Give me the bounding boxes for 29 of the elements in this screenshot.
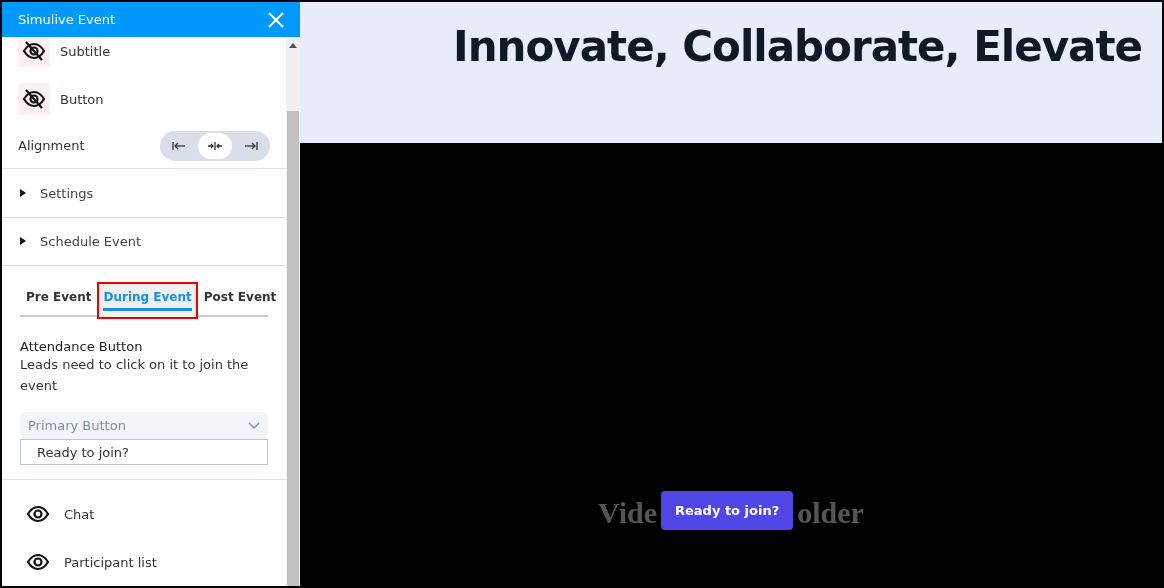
placeholder-text: older: [797, 496, 864, 530]
tab[interactable]: Pre Event: [20, 282, 98, 319]
join-button[interactable]: Ready to join?: [661, 491, 794, 530]
feature-label: Participant list: [64, 554, 157, 570]
close-icon[interactable]: [268, 11, 284, 28]
visibility-toggle[interactable]: [18, 83, 50, 115]
tab[interactable]: Post Event: [197, 282, 283, 319]
section-title: Attendance Button: [20, 339, 144, 354]
scroll-up-icon[interactable]: [289, 43, 297, 49]
item-label: Subtitle: [60, 43, 111, 59]
feature-label: Chat: [64, 506, 95, 522]
eye-icon: [26, 552, 50, 572]
visibility-toggle[interactable]: [18, 37, 50, 67]
scrollbar[interactable]: [286, 37, 300, 586]
alignment-button[interactable]: [198, 132, 232, 159]
eye-icon: [26, 504, 50, 524]
caret-icon: [20, 237, 26, 246]
headline: Innovate, Collaborate, Elevate: [453, 22, 1142, 73]
chevron-down-icon: [248, 421, 260, 430]
item-label: Button: [60, 91, 104, 107]
eye-slash-icon: [22, 41, 46, 61]
alignment-label: Alignment: [18, 138, 85, 154]
caret-icon: [20, 189, 26, 197]
placeholder-text: Vide: [598, 496, 657, 530]
panel-title: Simulive Event: [18, 12, 116, 27]
eye-slash-icon: [22, 89, 46, 109]
scroll-thumb[interactable]: [287, 111, 299, 586]
description: Leads need to click on it to join the event: [20, 356, 250, 395]
button-text-field[interactable]: Ready to join?: [20, 439, 268, 465]
